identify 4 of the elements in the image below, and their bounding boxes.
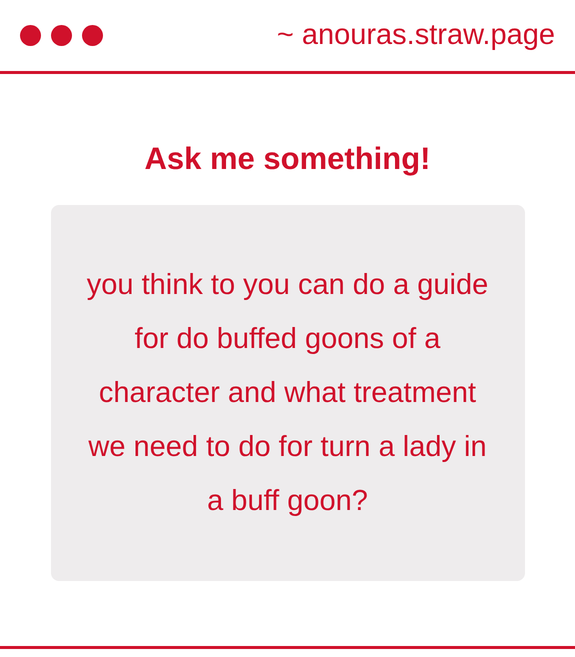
page-address: ~ anouras.straw.page xyxy=(276,18,555,53)
question-text: you think to you can do a guide for do buffed goons of a character and what treatment we need to do for turn a lady in a buff goon? xyxy=(86,268,490,518)
window-dots-icon xyxy=(20,25,103,46)
heading: Ask me something! xyxy=(144,140,430,178)
